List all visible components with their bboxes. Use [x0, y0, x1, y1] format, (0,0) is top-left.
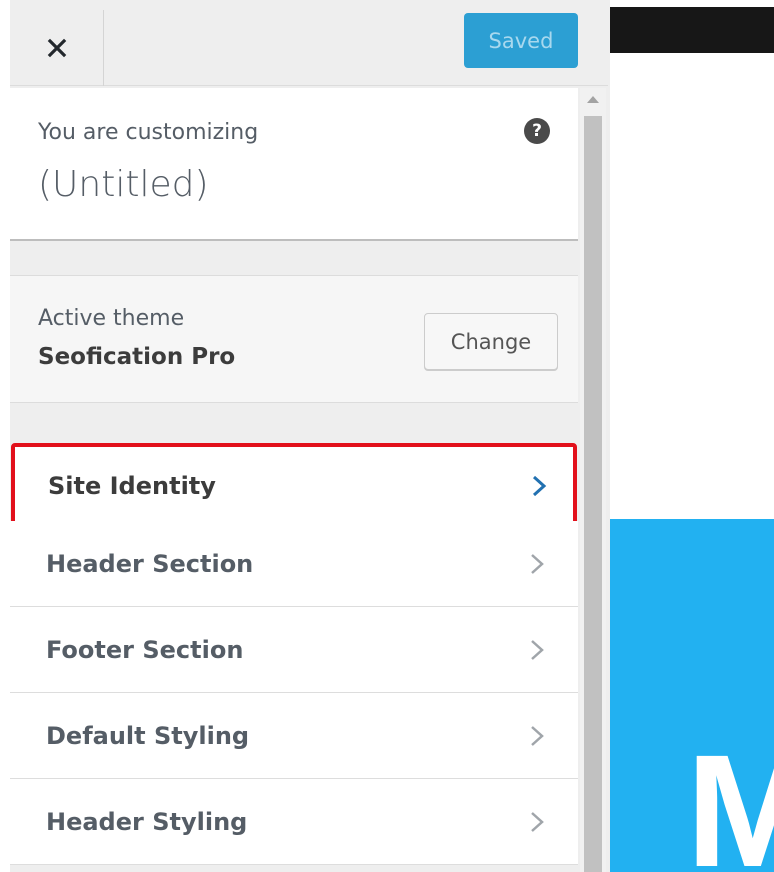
- close-button[interactable]: [10, 10, 104, 86]
- customizing-info: You are customizing (Untitled) ?: [10, 88, 578, 241]
- section-label: Site Identity: [48, 472, 216, 500]
- saved-button[interactable]: Saved: [464, 13, 578, 68]
- active-theme-label: Active theme: [38, 306, 185, 331]
- preview-hero: M: [610, 519, 774, 872]
- chevron-right-icon: [531, 812, 544, 832]
- customizer-panel: Saved You are customizing (Untitled) ? A…: [0, 0, 610, 872]
- section-footer-section[interactable]: Footer Section: [10, 607, 578, 693]
- hero-text: M: [686, 721, 774, 872]
- panel-edge: [0, 0, 10, 872]
- section-default-styling[interactable]: Default Styling: [10, 693, 578, 779]
- section-header-styling[interactable]: Header Styling: [10, 779, 578, 865]
- section-label: Header Styling: [46, 808, 248, 836]
- customizer-header: Saved: [10, 10, 608, 86]
- close-icon: [47, 38, 66, 58]
- scrollbar-thumb[interactable]: [584, 116, 602, 872]
- section-label: Default Styling: [46, 722, 250, 750]
- scroll-up-arrow-icon[interactable]: [587, 96, 599, 103]
- section-label: Footer Section: [46, 636, 244, 664]
- chevron-right-icon: [532, 475, 547, 497]
- customizing-label: You are customizing: [38, 120, 259, 145]
- theme-name: Seofication Pro: [38, 344, 236, 370]
- site-title: (Untitled): [38, 164, 209, 205]
- site-preview[interactable]: M: [610, 0, 774, 872]
- section-label: Header Section: [46, 550, 254, 578]
- chevron-right-icon: [531, 726, 544, 746]
- active-theme-card: Active theme Seofication Pro Change: [10, 275, 578, 403]
- preview-top-bar: [610, 7, 774, 53]
- section-site-identity[interactable]: Site Identity: [11, 443, 577, 529]
- change-theme-button[interactable]: Change: [424, 313, 558, 370]
- section-header-section[interactable]: Header Section: [10, 521, 578, 607]
- panel-scrollbar[interactable]: [580, 88, 606, 872]
- help-icon[interactable]: ?: [524, 118, 550, 144]
- chevron-right-icon: [531, 554, 544, 574]
- chevron-right-icon: [531, 640, 544, 660]
